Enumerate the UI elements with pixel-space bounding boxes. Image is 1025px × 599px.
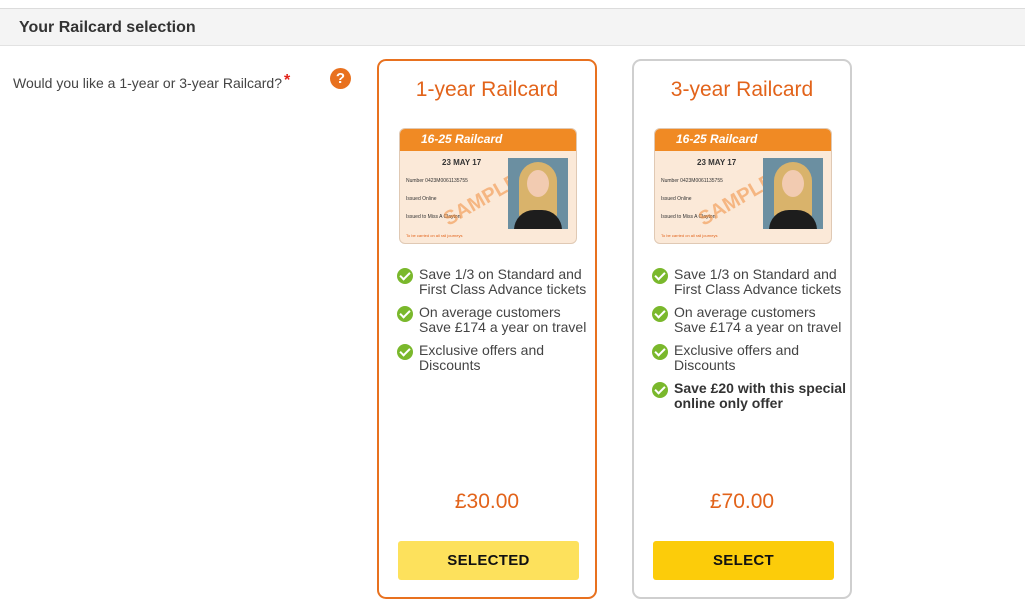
railcard-number: Number 0423M0061135755 (406, 178, 468, 184)
railcard-valid-until: 23 MAY 17 (697, 158, 737, 167)
holder-photo (763, 158, 823, 229)
feature-item: Save 1/3 on Standard and First Class Adv… (397, 267, 593, 297)
check-icon (652, 268, 668, 284)
feature-item: Exclusive offers and Discounts (652, 343, 848, 373)
railcard-sample-image: 16-25 Railcard 23 MAY 17 Number 0423M006… (654, 128, 832, 244)
feature-item: Save 1/3 on Standard and First Class Adv… (652, 267, 848, 297)
price: £30.00 (454, 490, 520, 513)
check-icon (397, 344, 413, 360)
feature-item: Exclusive offers and Discounts (397, 343, 593, 373)
railcard-valid-until: 23 MAY 17 (442, 158, 482, 167)
railcard-name: 16-25 Railcard (421, 132, 503, 146)
railcard-option-1-year[interactable]: 1-year Railcard 16-25 Railcard 23 MAY 17… (377, 59, 597, 599)
feature-list: Save 1/3 on Standard and First Class Adv… (652, 267, 848, 419)
check-icon (652, 382, 668, 398)
card-title: 3-year Railcard (670, 78, 814, 101)
railcard-question: Would you like a 1-year or 3-year Railca… (13, 72, 291, 93)
check-icon (397, 306, 413, 322)
railcard-type: Issued Online (406, 196, 437, 202)
railcard-sample-image: 16-25 Railcard 23 MAY 17 Number 0423M006… (399, 128, 577, 244)
check-icon (652, 306, 668, 322)
check-icon (652, 344, 668, 360)
railcard-name: 16-25 Railcard (676, 132, 758, 146)
railcard-number: Number 0423M0061135755 (661, 178, 723, 184)
check-icon (397, 268, 413, 284)
feature-list: Save 1/3 on Standard and First Class Adv… (397, 267, 593, 381)
feature-item: On average customers Save £174 a year on… (652, 305, 848, 335)
railcard-option-3-year[interactable]: 3-year Railcard 16-25 Railcard 23 MAY 17… (632, 59, 852, 599)
card-title: 1-year Railcard (415, 78, 559, 101)
railcard-footer: To be carried on all rail journeys (661, 233, 718, 238)
section-title: Your Railcard selection (19, 19, 196, 36)
holder-photo (508, 158, 568, 229)
section-header: Your Railcard selection (0, 8, 1025, 46)
selected-button[interactable]: SELECTED (398, 541, 579, 580)
question-label: Would you like a 1-year or 3-year Railca… (13, 75, 282, 91)
railcard-type: Issued Online (661, 196, 692, 202)
feature-item: On average customers Save £174 a year on… (397, 305, 593, 335)
feature-item-online-offer: Save £20 with this special online only o… (652, 381, 848, 411)
required-asterisk: * (283, 72, 291, 89)
select-button[interactable]: SELECT (653, 541, 834, 580)
help-icon[interactable]: ? (330, 68, 351, 89)
price: £70.00 (709, 490, 775, 513)
railcard-footer: To be carried on all rail journeys (406, 233, 463, 238)
